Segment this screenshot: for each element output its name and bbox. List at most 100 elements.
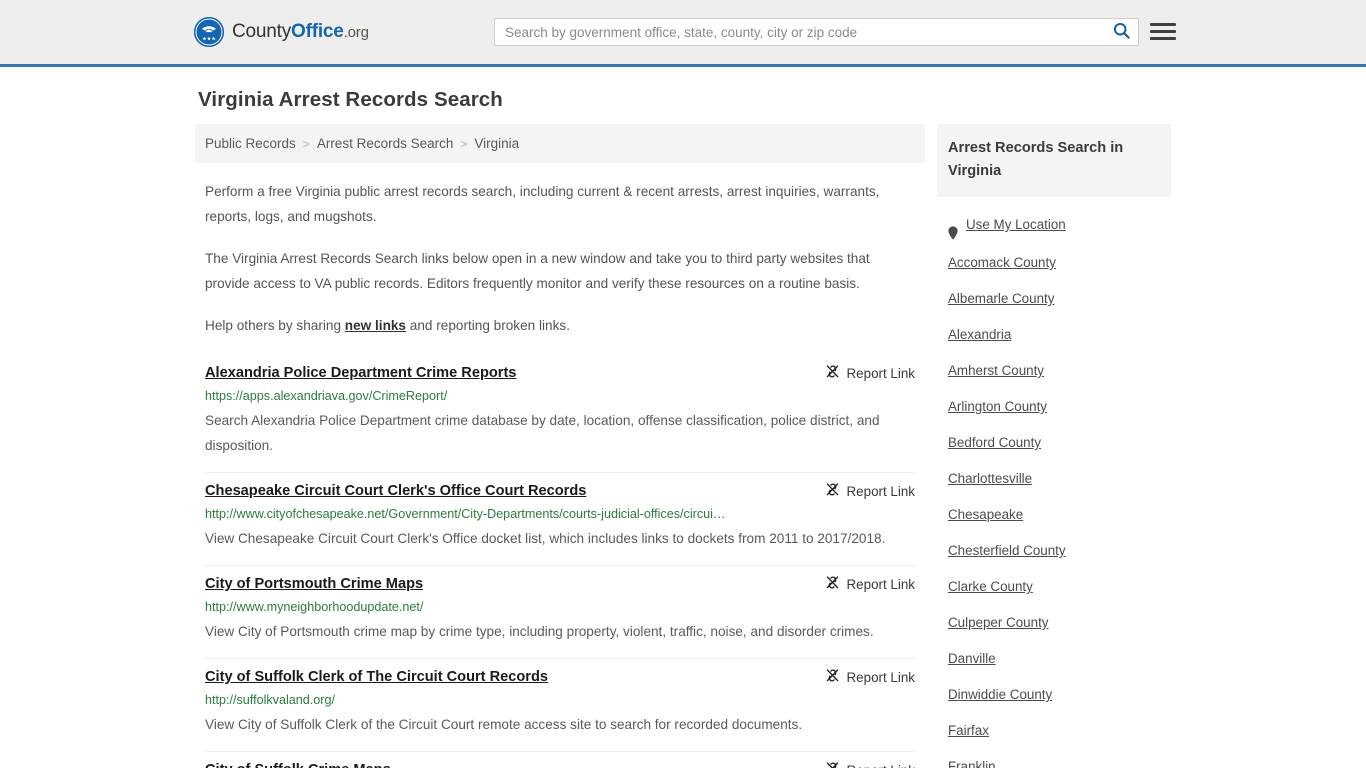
result-title-link[interactable]: City of Portsmouth Crime Maps [205,574,423,594]
sidebar-item-label: Amherst County [948,363,1045,378]
list-item: Franklin [948,749,1171,768]
intro-paragraph-2: The Virginia Arrest Records Search links… [205,251,870,291]
result-item: City of Portsmouth Crime Maps Report Lin… [205,566,915,659]
sidebar-item-dinwiddie-county[interactable]: Dinwiddie County [948,677,1052,713]
result-description: View Chesapeake Circuit Court Clerk's Of… [205,531,886,546]
site-logo-text: CountyOffice.org [232,21,369,43]
result-header: Chesapeake Circuit Court Clerk's Office … [205,481,915,501]
hamburger-menu-icon[interactable] [1150,18,1176,44]
sidebar-item-use-my-location[interactable]: Use My Location [948,207,1066,243]
broken-link-icon [825,575,840,593]
sidebar-item-label: Albemarle County [948,291,1055,306]
broken-link-icon [825,482,840,500]
sidebar-item-label: Culpeper County [948,615,1049,630]
list-item: Alexandria [948,317,1171,353]
result-title-link[interactable]: Alexandria Police Department Crime Repor… [205,363,516,383]
sidebar-item-franklin[interactable]: Franklin [948,749,996,768]
result-header: City of Suffolk Clerk of The Circuit Cou… [205,667,915,687]
report-link-label: Report Link [846,669,915,685]
result-url[interactable]: https://apps.alexandriava.gov/CrimeRepor… [205,388,915,404]
intro-p3-before: Help others by sharing [205,318,345,333]
breadcrumb: Public Records > Arrest Records Search >… [195,124,925,163]
search-bar[interactable] [494,18,1139,46]
sidebar-item-label: Chesapeake [948,507,1024,522]
result-url[interactable]: http://www.myneighborhoodupdate.net/ [205,599,915,615]
result-item: City of Suffolk Crime Maps Report Link [205,752,915,768]
search-icon [1113,22,1130,42]
result-url[interactable]: http://suffolkvaland.org/ [205,692,915,708]
sidebar-item-label: Fairfax [948,723,989,738]
report-link-button[interactable]: Report Link [825,363,915,382]
sidebar-item-label: Franklin [948,759,996,768]
brand-part-office: Office [291,21,344,42]
list-item: Arlington County [948,389,1171,425]
sidebar-item-charlottesville[interactable]: Charlottesville [948,461,1032,497]
sidebar-item-amherst-county[interactable]: Amherst County [948,353,1044,389]
result-description: View City of Portsmouth crime map by cri… [205,624,874,639]
sidebar-item-label: Use My Location [966,217,1066,232]
eagle-seal-icon [194,17,224,47]
sidebar-item-label: Accomack County [948,255,1056,270]
breadcrumb-item-public-records[interactable]: Public Records [205,136,296,151]
list-item: Use My Location [948,207,1171,245]
sidebar-item-fairfax[interactable]: Fairfax [948,713,989,749]
sidebar-item-accomack-county[interactable]: Accomack County [948,245,1056,281]
sidebar-heading: Arrest Records Search in Virginia [937,124,1171,197]
report-link-button[interactable]: Report Link [825,574,915,593]
new-links-link[interactable]: new links [345,318,406,333]
list-item: Dinwiddie County [948,677,1171,713]
site-header: CountyOffice.org [0,0,1366,67]
broken-link-icon [825,364,840,382]
list-item: Clarke County [948,569,1171,605]
result-item: Chesapeake Circuit Court Clerk's Office … [205,473,915,566]
sidebar-item-bedford-county[interactable]: Bedford County [948,425,1041,461]
result-title-link[interactable]: City of Suffolk Crime Maps [205,760,391,768]
list-item: Bedford County [948,425,1171,461]
result-item: Alexandria Police Department Crime Repor… [205,355,915,473]
page-title: Virginia Arrest Records Search [198,88,503,111]
list-item: Chesapeake [948,497,1171,533]
sidebar-item-clarke-county[interactable]: Clarke County [948,569,1033,605]
breadcrumb-item-arrest-records-search[interactable]: Arrest Records Search [317,136,454,151]
list-item: Fairfax [948,713,1171,749]
result-header: Alexandria Police Department Crime Repor… [205,363,915,383]
sidebar-item-albemarle-county[interactable]: Albemarle County [948,281,1054,317]
sidebar-item-label: Danville [948,651,996,666]
sidebar-item-arlington-county[interactable]: Arlington County [948,389,1047,425]
intro-text: Perform a free Virginia public arrest re… [195,179,925,338]
sidebar-item-danville[interactable]: Danville [948,641,996,677]
menu-bar-2 [1150,29,1176,33]
sidebar: Arrest Records Search in Virginia Use My… [937,124,1171,768]
list-item: Accomack County [948,245,1171,281]
report-link-button[interactable]: Report Link [825,667,915,686]
search-input[interactable] [495,19,1104,45]
sidebar-item-label: Bedford County [948,435,1042,450]
breadcrumb-item-virginia: Virginia [474,136,520,151]
report-link-label: Report Link [847,763,915,768]
intro-paragraph-1: Perform a free Virginia public arrest re… [205,184,880,224]
broken-link-icon [825,668,840,686]
intro-p3-after: and reporting broken links. [406,318,570,333]
sidebar-item-culpeper-county[interactable]: Culpeper County [948,605,1049,641]
list-item: Culpeper County [948,605,1171,641]
search-button[interactable] [1104,19,1138,45]
report-link-button[interactable]: Report Link [825,481,915,500]
sidebar-item-chesapeake[interactable]: Chesapeake [948,497,1023,533]
list-item: Albemarle County [948,281,1171,317]
result-title-link[interactable]: Chesapeake Circuit Court Clerk's Office … [205,481,586,501]
sidebar-item-label: Arlington County [948,399,1047,414]
result-description: Search Alexandria Police Department crim… [205,413,880,453]
site-logo[interactable]: CountyOffice.org [194,17,369,47]
brand-part-org: .org [343,24,369,41]
sidebar-item-label: Alexandria [948,327,1012,342]
result-url[interactable]: http://www.cityofchesapeake.net/Governme… [205,506,915,522]
menu-bar-3 [1150,36,1176,40]
sidebar-item-alexandria[interactable]: Alexandria [948,317,1011,353]
report-link-button[interactable]: Report Link [825,760,915,768]
brand-part-county: County [232,21,292,42]
list-item: Danville [948,641,1171,677]
breadcrumb-separator: > [460,136,468,151]
result-title-link[interactable]: City of Suffolk Clerk of The Circuit Cou… [205,667,548,687]
sidebar-item-chesterfield-county[interactable]: Chesterfield County [948,533,1066,569]
header-inner: CountyOffice.org [0,0,1366,64]
